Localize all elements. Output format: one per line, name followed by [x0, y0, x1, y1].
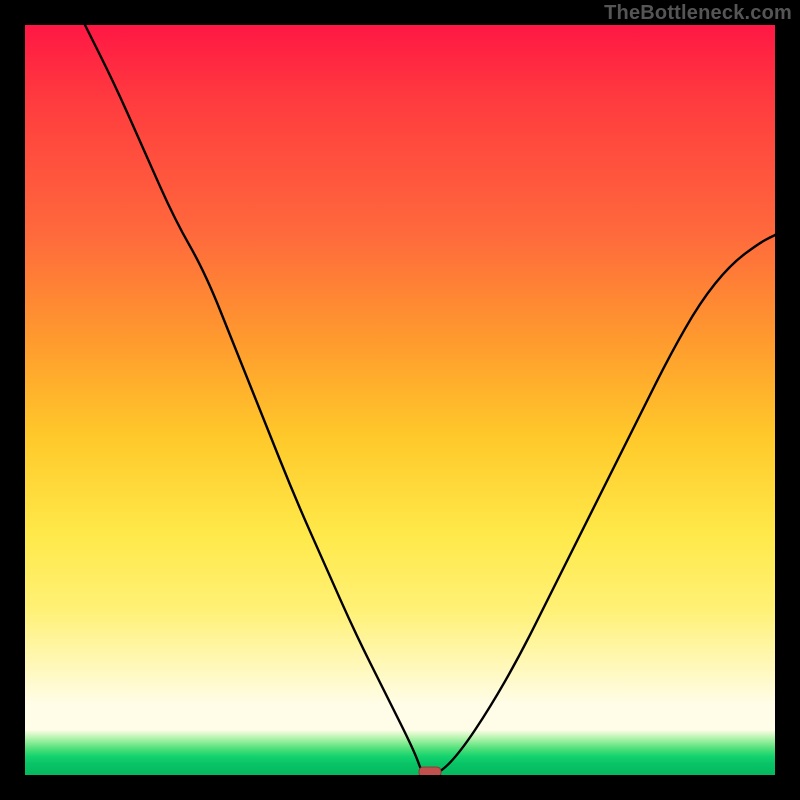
plot-area	[25, 25, 775, 775]
minimum-marker	[419, 767, 441, 775]
bottleneck-curve	[85, 25, 775, 775]
chart-frame: TheBottleneck.com	[0, 0, 800, 800]
watermark-text: TheBottleneck.com	[604, 2, 792, 25]
curve-svg	[25, 25, 775, 775]
